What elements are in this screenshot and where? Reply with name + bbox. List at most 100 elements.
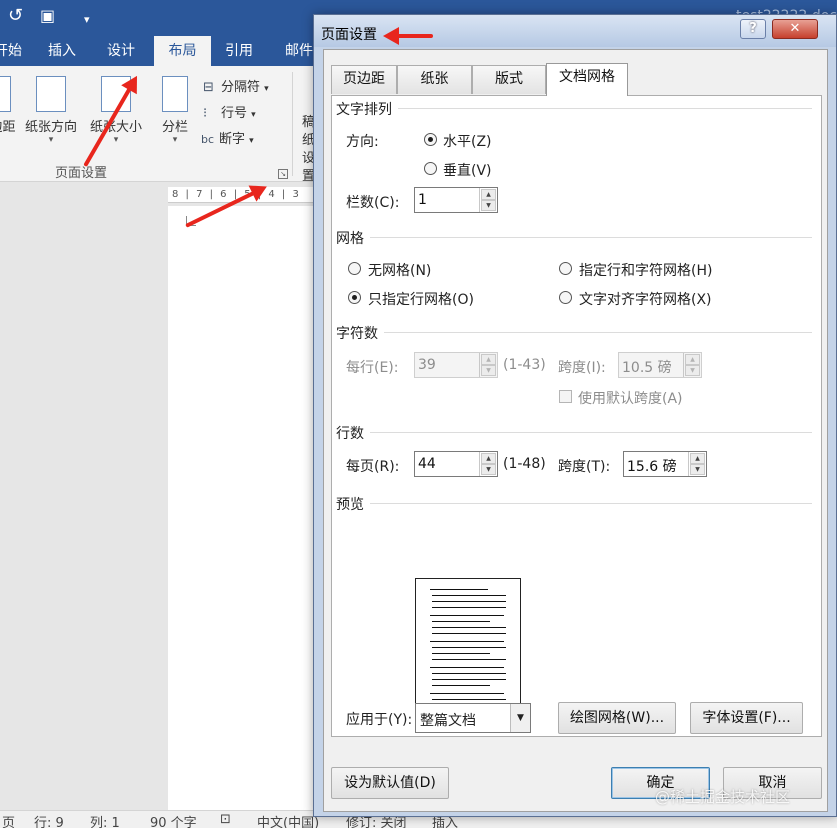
drawing-grid-button[interactable]: 绘图网格(W)... (558, 702, 676, 734)
page-setup-group-label: 页面设置 (55, 166, 108, 181)
margins-icon (0, 76, 11, 112)
breaks-label: 分隔符 (221, 80, 261, 95)
section-divider (342, 503, 812, 504)
page-setup-dialog: 页面设置 ? ✕ 页边距 纸张 版式 文档网格 文字排列 方向: 水平(Z) 垂… (313, 14, 837, 817)
stepper-down-icon[interactable]: ▼ (690, 464, 705, 475)
char-pitch-stepper: 10.5 磅 ▲ ▼ (618, 352, 702, 378)
char-pitch-value: 10.5 磅 (622, 360, 672, 376)
stepper-up-icon[interactable]: ▲ (481, 453, 496, 464)
preview-line (432, 673, 506, 674)
lines-per-page-label: 每页(R): (346, 459, 400, 475)
margins-label: 页边距 (0, 120, 16, 135)
apply-to-label: 应用于(Y): (346, 712, 413, 728)
status-word-count[interactable]: 90 个字 (150, 812, 197, 828)
stepper-up-icon[interactable]: ▲ (690, 453, 705, 464)
preview-line (432, 601, 506, 602)
hyphenation-button[interactable]: bc 断字 ▾ (201, 128, 254, 147)
dialog-body: 页边距 纸张 版式 文档网格 文字排列 方向: 水平(Z) 垂直(V) 栏数(C… (323, 49, 828, 812)
line-pitch-stepper[interactable]: 15.6 磅 ▲ ▼ (623, 451, 707, 477)
section-divider (342, 237, 812, 238)
save-icon[interactable]: ▣ (40, 6, 55, 26)
preview-line (430, 641, 504, 642)
columns-button[interactable]: 分栏 ▾ (155, 76, 195, 145)
undo-icon[interactable]: ↺ (8, 6, 23, 26)
section-text-direction: 文字排列 (336, 99, 398, 119)
lines-and-chars-radio[interactable] (559, 262, 572, 275)
text-snap-label[interactable]: 文字对齐字符网格(X) (579, 289, 712, 309)
lines-per-page-stepper[interactable]: 44 ▲ ▼ (414, 451, 498, 477)
apply-to-value[interactable]: 整篇文档 (420, 710, 476, 730)
line-numbers-label: 行号 (221, 106, 248, 121)
lines-only-radio[interactable] (348, 291, 361, 304)
preview-line (432, 633, 506, 634)
lines-only-label[interactable]: 只指定行网格(O) (368, 289, 474, 309)
document-grid-panel: 文字排列 方向: 水平(Z) 垂直(V) 栏数(C): 1 ▲ ▼ 网格 无网格(… (331, 95, 822, 737)
customize-qa-icon[interactable]: ▾ (84, 10, 90, 30)
tab-paper[interactable]: 纸张 (397, 65, 472, 94)
help-button[interactable]: ? (740, 19, 766, 39)
stepper-down-icon[interactable]: ▼ (481, 200, 496, 211)
tab-layout[interactable]: 版式 (472, 65, 546, 94)
text-snap-radio[interactable] (559, 291, 572, 304)
orientation-button[interactable]: 纸张方向 ▾ (20, 76, 82, 145)
chars-per-line-value: 39 (418, 357, 436, 373)
line-numbers-button[interactable]: ⁝ 行号 ▾ (203, 102, 256, 121)
tab-design[interactable]: 设计 (99, 36, 143, 66)
columns-stepper[interactable]: 1 ▲ ▼ (414, 187, 498, 213)
no-grid-radio[interactable] (348, 262, 361, 275)
tab-margins[interactable]: 页边距 (331, 65, 397, 94)
stepper-down-icon[interactable]: ▼ (481, 464, 496, 475)
status-page[interactable]: 页 (2, 812, 15, 828)
chars-per-line-stepper: 39 ▲ ▼ (414, 352, 498, 378)
breaks-button[interactable]: ⊟ 分隔符 ▾ (203, 76, 269, 95)
status-language[interactable]: 中文(中国) (257, 812, 319, 828)
preview-line (432, 647, 506, 648)
status-row: 行: 9 (34, 816, 64, 828)
annotation-arrow-to-dialog-title (387, 34, 433, 38)
tab-insert[interactable]: 插入 (40, 36, 84, 66)
tab-home[interactable]: 开始 (0, 36, 30, 66)
set-default-button[interactable]: 设为默认值(D) (331, 767, 449, 799)
preview-line (432, 607, 506, 608)
section-preview: 预览 (336, 494, 370, 514)
lines-and-chars-label[interactable]: 指定行和字符网格(H) (579, 260, 712, 280)
columns-value[interactable]: 1 (418, 192, 427, 208)
page-setup-launcher-icon[interactable]: ↘ (278, 169, 288, 179)
proofing-icon[interactable]: ⊡ (220, 812, 231, 827)
direction-label: 方向: (346, 134, 379, 150)
stepper-up-icon: ▲ (481, 354, 496, 365)
horizontal-radio-label[interactable]: 水平(Z) (443, 131, 492, 151)
preview-line (432, 679, 506, 680)
preview-line (430, 693, 504, 694)
vertical-radio-label[interactable]: 垂直(V) (443, 160, 492, 180)
tab-references[interactable]: 引用 (217, 36, 261, 66)
orientation-label: 纸张方向 (24, 120, 77, 135)
tab-layout[interactable]: 布局 (154, 36, 211, 66)
no-grid-label[interactable]: 无网格(N) (368, 260, 431, 280)
close-button[interactable]: ✕ (772, 19, 818, 39)
stepper-down-icon: ▼ (481, 365, 496, 376)
preview-line (430, 615, 504, 616)
apply-to-select[interactable]: 整篇文档 ▼ (415, 703, 531, 733)
document-page[interactable] (168, 206, 318, 810)
lines-range: (1-48) (503, 456, 546, 472)
chevron-down-icon[interactable]: ▼ (510, 704, 530, 732)
columns-label: 分栏 (161, 120, 188, 135)
horizontal-radio[interactable] (424, 133, 437, 146)
margins-button[interactable]: 页边距 (0, 76, 16, 135)
vertical-radio[interactable] (424, 162, 437, 175)
tab-document-grid[interactable]: 文档网格 (546, 63, 628, 96)
char-pitch-label: 跨度(I): (558, 360, 606, 376)
font-settings-button[interactable]: 字体设置(F)... (690, 702, 803, 734)
line-pitch-value[interactable]: 15.6 磅 (627, 456, 677, 476)
default-pitch-checkbox (559, 390, 572, 403)
watermark: @稀土掘金技术社区 (655, 788, 791, 806)
columns-icon (162, 76, 188, 112)
chars-range: (1-43) (503, 357, 546, 373)
section-divider (342, 332, 812, 333)
default-pitch-label: 使用默认跨度(A) (578, 391, 683, 407)
lines-per-page-value[interactable]: 44 (418, 456, 436, 472)
section-divider (342, 108, 812, 109)
columns-label: 栏数(C): (346, 195, 400, 211)
stepper-up-icon[interactable]: ▲ (481, 189, 496, 200)
